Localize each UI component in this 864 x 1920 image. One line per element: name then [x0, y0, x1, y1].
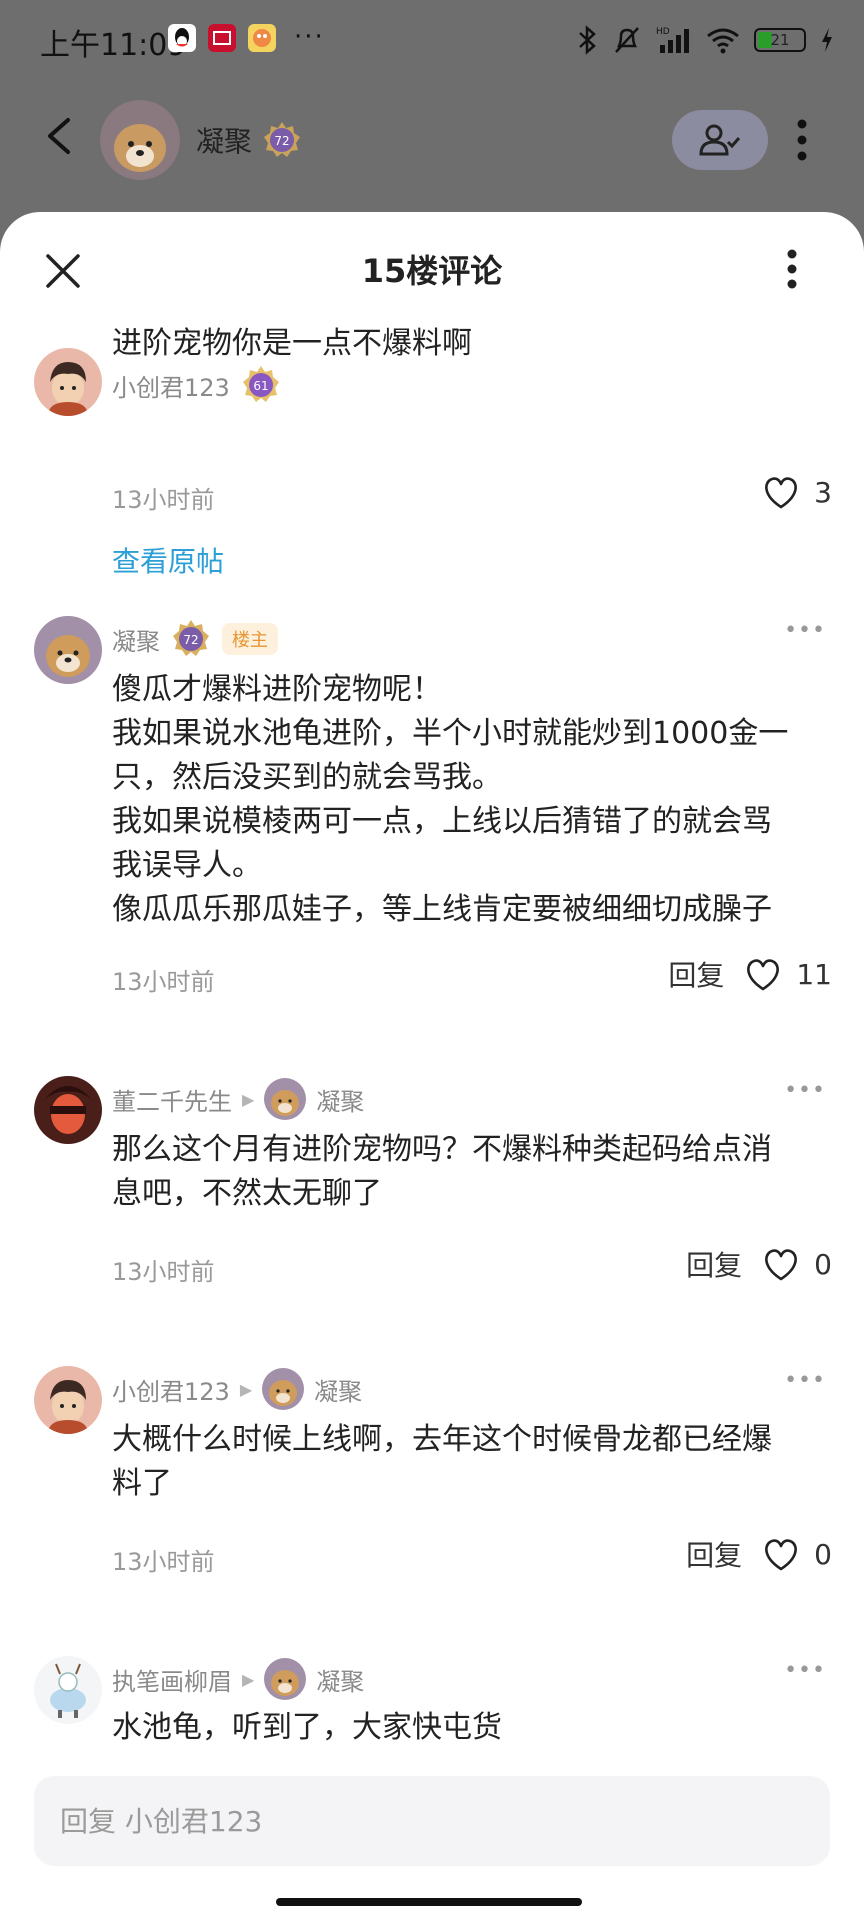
- reply-arrow-icon: ▶: [242, 1089, 255, 1109]
- fortune-app-icon: [208, 24, 236, 52]
- heart-icon[interactable]: [762, 1246, 800, 1282]
- like-count: 0: [814, 1537, 832, 1571]
- user-check-icon: [699, 124, 741, 156]
- avatar[interactable]: [34, 1366, 102, 1434]
- comment-line: 息吧，不然太无聊了: [112, 1176, 382, 1211]
- comment-more-icon[interactable]: •••: [784, 618, 826, 643]
- wifi-icon: [707, 28, 739, 54]
- avatar[interactable]: [34, 1656, 102, 1724]
- header-username: 凝聚: [196, 125, 253, 158]
- home-indicator[interactable]: [276, 1898, 582, 1906]
- comment-line: 我如果说水池龟进阶，半个小时就能炒到1000金一: [112, 716, 789, 751]
- status-time: 上午11:09: [40, 28, 187, 63]
- svg-text:72: 72: [183, 633, 198, 647]
- header-more-icon[interactable]: [782, 114, 822, 166]
- owner-tag: 楼主: [222, 623, 278, 655]
- back-icon[interactable]: [38, 114, 82, 158]
- avatar[interactable]: [34, 1076, 102, 1144]
- status-more-dots: ···: [294, 22, 325, 52]
- comment-line: 只，然后没买到的就会骂我。: [112, 760, 502, 795]
- comment-header: 凝聚 72 楼主: [112, 618, 278, 660]
- reply-to-username[interactable]: 凝聚: [316, 1662, 364, 1697]
- comment-actions: 回复 0: [686, 1244, 832, 1284]
- status-right-icons: HD 21: [576, 22, 834, 58]
- comment-time: 13小时前: [112, 486, 215, 514]
- reply-arrow-icon: ▶: [242, 1669, 255, 1689]
- comment-line: 水池龟，听到了，大家快屯货: [112, 1710, 502, 1745]
- battery-indicator: 21: [754, 28, 806, 52]
- comment-time: 13小时前: [112, 968, 215, 996]
- comment-text: 水池龟，听到了，大家快屯货: [112, 1706, 832, 1750]
- comment-line: 我如果说模棱两可一点，上线以后猜错了的就会骂: [112, 804, 772, 839]
- comment-more-icon[interactable]: •••: [784, 1078, 826, 1103]
- reply-to-avatar[interactable]: [262, 1368, 305, 1410]
- level-badge-icon: 72: [264, 122, 300, 157]
- bluetooth-icon: [579, 25, 596, 55]
- reply-button[interactable]: 回复: [668, 954, 724, 994]
- svg-text:72: 72: [274, 134, 289, 148]
- username[interactable]: 凝聚: [112, 622, 160, 657]
- comment-sheet: 15楼评论 小创君123 61 进阶宠物你是一点不爆料啊 13小时前 3 查看原…: [0, 212, 864, 1920]
- reply-box: [34, 1776, 830, 1866]
- like-count: 3: [814, 475, 832, 509]
- comment-header: 小创君123 61: [112, 364, 282, 406]
- svg-text:61: 61: [253, 379, 268, 393]
- reply-to-avatar[interactable]: [264, 1078, 307, 1120]
- comment-header: 小创君123 ▶ 凝聚: [112, 1368, 362, 1410]
- comment-header: 董二千先生 ▶ 凝聚: [112, 1078, 364, 1120]
- follow-button[interactable]: [672, 110, 768, 170]
- qq-app-icon: [168, 24, 196, 52]
- header-avatar[interactable]: [100, 100, 180, 180]
- comment-time: 13小时前: [112, 1258, 215, 1286]
- username[interactable]: 小创君123: [112, 368, 230, 403]
- avatar[interactable]: [34, 348, 102, 416]
- view-original-link[interactable]: 查看原帖: [112, 540, 224, 580]
- comment-line: 那么这个月有进阶宠物吗？不爆料种类起码给点消: [112, 1132, 772, 1167]
- username[interactable]: 执笔画柳眉: [112, 1662, 232, 1697]
- comment-text: 大概什么时候上线啊，去年这个时候骨龙都已经爆 料了: [112, 1418, 832, 1506]
- reply-to-username[interactable]: 凝聚: [314, 1372, 362, 1407]
- comment-line: 进阶宠物你是一点不爆料啊: [112, 326, 472, 361]
- comment-line: 像瓜瓜乐那瓜娃子，等上线肯定要被细细切成臊子: [112, 892, 772, 927]
- avatar[interactable]: [34, 616, 102, 684]
- heart-icon[interactable]: [762, 474, 800, 510]
- status-bar: 上午11:09 ··· HD 21: [0, 0, 864, 80]
- level-badge-icon: 61: [242, 366, 279, 402]
- comment-line: 大概什么时候上线啊，去年这个时候骨龙都已经爆: [112, 1422, 772, 1457]
- comment-line: 我误导人。: [112, 848, 262, 883]
- sheet-more-icon[interactable]: [772, 246, 812, 292]
- comment-actions: 3: [762, 474, 832, 510]
- level-badge-icon: 72: [173, 620, 209, 656]
- svg-text:HD: HD: [656, 27, 670, 37]
- reply-button[interactable]: 回复: [686, 1244, 742, 1284]
- comment-time: 13小时前: [112, 1548, 215, 1576]
- comment-actions: 回复 0: [686, 1534, 832, 1574]
- page-header: 凝聚 72: [0, 80, 864, 200]
- sheet-title: 15楼评论: [361, 252, 503, 290]
- reply-to-username[interactable]: 凝聚: [316, 1082, 364, 1117]
- comment-text: 那么这个月有进阶宠物吗？不爆料种类起码给点消 息吧，不然太无聊了: [112, 1128, 832, 1216]
- like-count: 11: [796, 957, 832, 991]
- comment-line: 料了: [112, 1466, 172, 1501]
- like-count: 0: [814, 1247, 832, 1281]
- comment-line: 傻瓜才爆料进阶宠物呢！: [112, 672, 442, 707]
- reply-input[interactable]: [34, 1776, 830, 1866]
- comment-more-icon[interactable]: •••: [784, 1658, 826, 1683]
- game-app-icon: [248, 24, 276, 52]
- heart-icon[interactable]: [744, 956, 782, 992]
- reply-button[interactable]: 回复: [686, 1534, 742, 1574]
- comment-actions: 回复 11: [668, 954, 832, 994]
- comment-more-icon[interactable]: •••: [784, 1368, 826, 1393]
- heart-icon[interactable]: [762, 1536, 800, 1572]
- reply-to-avatar[interactable]: [264, 1658, 307, 1700]
- charging-icon: [822, 28, 832, 52]
- signal-icon: HD: [656, 27, 689, 53]
- reply-arrow-icon: ▶: [239, 1379, 253, 1399]
- username[interactable]: 小创君123: [112, 1372, 230, 1407]
- mute-bell-icon: [615, 27, 639, 53]
- username[interactable]: 董二千先生: [112, 1082, 232, 1117]
- comment-text: 傻瓜才爆料进阶宠物呢！ 我如果说水池龟进阶，半个小时就能炒到1000金一 只，然…: [112, 668, 832, 932]
- comment-header: 执笔画柳眉 ▶ 凝聚: [112, 1658, 364, 1700]
